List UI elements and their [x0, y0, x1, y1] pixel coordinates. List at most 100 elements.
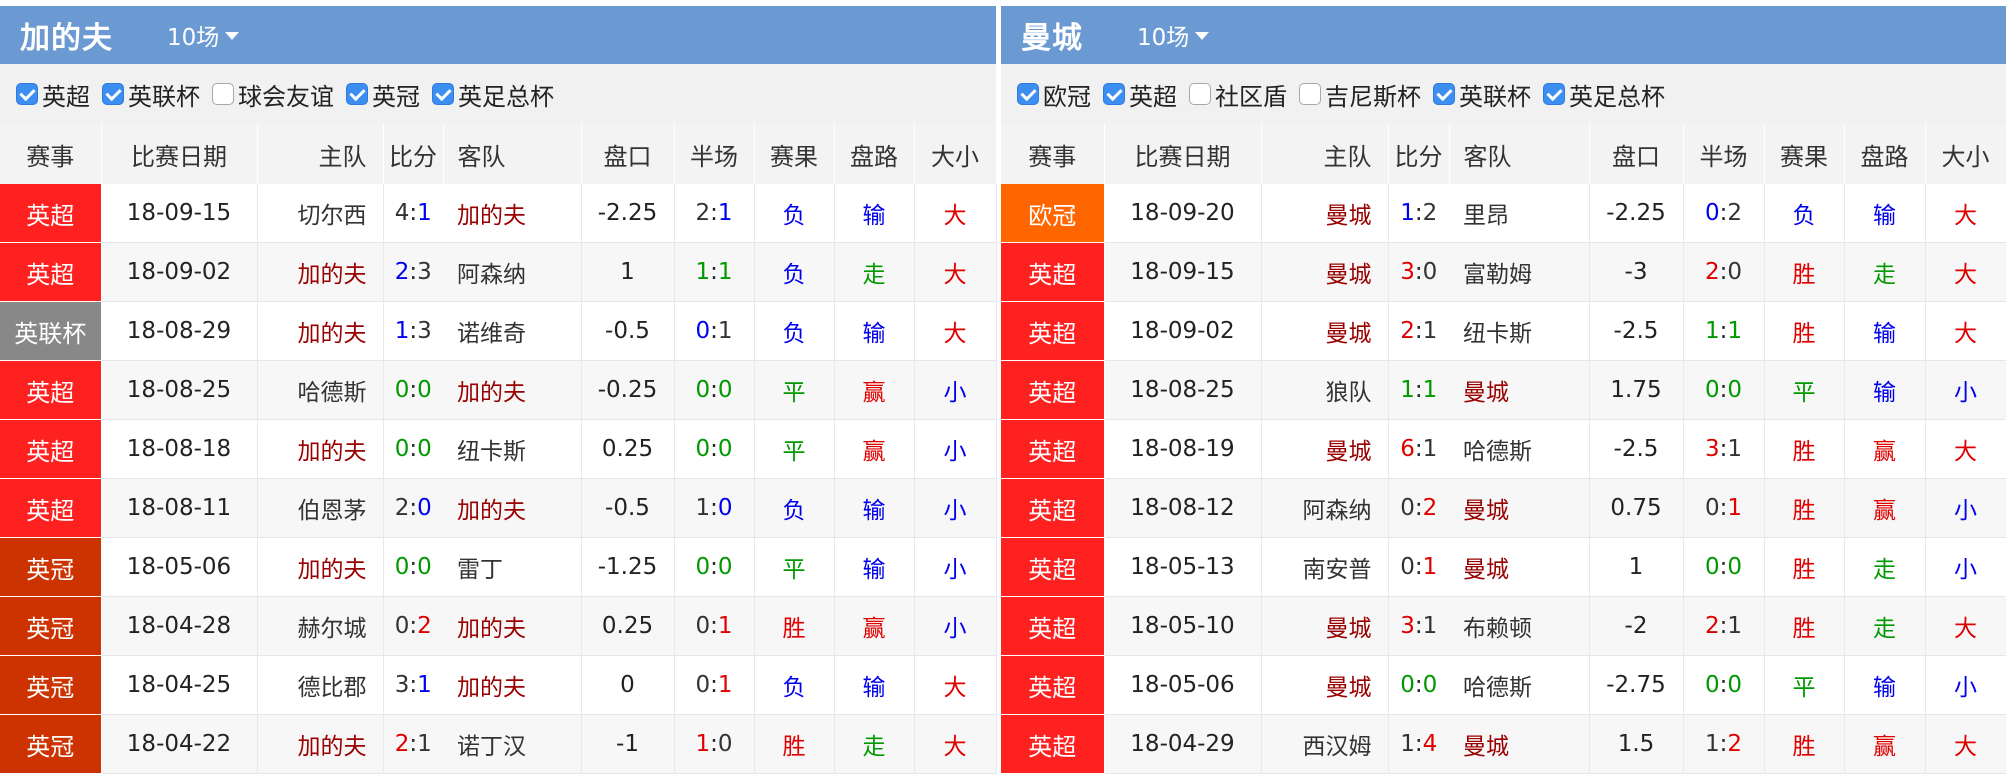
filter-0[interactable]: 英超 [16, 77, 90, 112]
filter-1[interactable]: 英联杯 [102, 77, 200, 112]
away-team[interactable]: 诺丁汉 [443, 714, 582, 774]
league-badge[interactable]: 英超 [1001, 655, 1105, 715]
home-team[interactable]: 阿森纳 [1261, 478, 1389, 538]
league-badge[interactable]: 英超 [1001, 301, 1105, 361]
matches-table: 赛事 比赛日期 主队 比分 客队 盘口 半场 赛果 盘路 大小 欧冠 18-09-20 曼城 1:2 里昂… [1001, 124, 2006, 774]
home-team[interactable]: 伯恩茅 [257, 478, 384, 538]
league-badge[interactable]: 欧冠 [1001, 184, 1105, 243]
checkbox-checked-icon[interactable] [432, 83, 454, 105]
handicap: -2.25 [1589, 184, 1684, 243]
away-team[interactable]: 布赖顿 [1449, 596, 1590, 656]
filter-1[interactable]: 英超 [1103, 77, 1177, 112]
home-team[interactable]: 加的夫 [257, 242, 384, 302]
checkbox-checked-icon[interactable] [1103, 83, 1125, 105]
score-home: 0 [1400, 672, 1415, 698]
home-team[interactable]: 曼城 [1261, 242, 1389, 302]
score-home: 0 [394, 436, 410, 462]
filter-0[interactable]: 欧冠 [1017, 77, 1091, 112]
league-badge[interactable]: 英联杯 [0, 301, 102, 361]
league-badge[interactable]: 英超 [0, 360, 102, 420]
league-badge[interactable]: 英超 [0, 419, 102, 479]
away-team[interactable]: 纽卡斯 [1449, 301, 1590, 361]
score: 3:0 [1388, 242, 1449, 302]
table-row: 英超 18-09-15 曼城 3:0 富勒姆 -3 2:0 胜走大 [1001, 242, 2006, 302]
home-team[interactable]: 加的夫 [257, 301, 384, 361]
score-separator: : [1414, 554, 1423, 580]
away-team[interactable]: 曼城 [1449, 360, 1590, 420]
checkbox-checked-icon[interactable] [1433, 83, 1455, 105]
away-team[interactable]: 纽卡斯 [443, 419, 582, 479]
league-badge[interactable]: 英超 [0, 478, 102, 538]
home-team[interactable]: 哈德斯 [257, 360, 384, 420]
match-count-dropdown[interactable]: 10场 [1137, 18, 1210, 52]
league-badge[interactable]: 英超 [1001, 419, 1105, 479]
match-result: 平 [754, 419, 835, 479]
away-team[interactable]: 加的夫 [443, 478, 582, 538]
league-badge[interactable]: 英冠 [0, 537, 102, 597]
home-team[interactable]: 曼城 [1261, 301, 1389, 361]
match-count-dropdown[interactable]: 10场 [167, 18, 240, 52]
league-badge[interactable]: 英冠 [0, 596, 102, 656]
column-header: 比赛日期 [1104, 124, 1262, 184]
league-badge[interactable]: 英冠 [0, 655, 102, 715]
home-team[interactable]: 曼城 [1261, 655, 1389, 715]
home-team[interactable]: 赫尔城 [257, 596, 384, 656]
filter-3[interactable]: 英冠 [346, 77, 420, 112]
match-date: 18-09-20 [1104, 184, 1262, 243]
checkbox-unchecked-icon[interactable] [1189, 83, 1211, 105]
away-team[interactable]: 曼城 [1449, 714, 1590, 774]
handicap: 1 [1589, 537, 1684, 597]
filter-3[interactable]: 吉尼斯杯 [1299, 77, 1421, 112]
home-team[interactable]: 西汉姆 [1261, 714, 1389, 774]
league-badge[interactable]: 英超 [1001, 714, 1105, 774]
away-team[interactable]: 里昂 [1449, 184, 1590, 243]
checkbox-checked-icon[interactable] [346, 83, 368, 105]
home-team[interactable]: 加的夫 [257, 537, 384, 597]
league-badge[interactable]: 英超 [1001, 360, 1105, 420]
checkbox-checked-icon[interactable] [1543, 83, 1565, 105]
filter-2[interactable]: 社区盾 [1189, 77, 1287, 112]
checkbox-unchecked-icon[interactable] [1299, 83, 1321, 105]
home-team[interactable]: 德比郡 [257, 655, 384, 715]
filter-4[interactable]: 英足总杯 [432, 77, 554, 112]
home-team[interactable]: 加的夫 [257, 714, 384, 774]
home-team[interactable]: 狼队 [1261, 360, 1389, 420]
checkbox-checked-icon[interactable] [102, 83, 124, 105]
home-team[interactable]: 切尔西 [257, 184, 384, 243]
checkbox-unchecked-icon[interactable] [212, 83, 234, 105]
away-team[interactable]: 阿森纳 [443, 242, 582, 302]
home-team[interactable]: 曼城 [1261, 184, 1389, 243]
checkbox-checked-icon[interactable] [16, 83, 38, 105]
league-badge[interactable]: 英冠 [0, 714, 102, 774]
score-away: 3 [417, 318, 432, 344]
away-team[interactable]: 加的夫 [443, 360, 582, 420]
away-team[interactable]: 曼城 [1449, 537, 1590, 597]
league-badge[interactable]: 英超 [1001, 242, 1105, 302]
away-team[interactable]: 哈德斯 [1449, 655, 1590, 715]
away-team[interactable]: 雷丁 [443, 537, 582, 597]
filter-2[interactable]: 球会友谊 [212, 77, 334, 112]
league-badge[interactable]: 英超 [1001, 537, 1105, 597]
filter-5[interactable]: 英足总杯 [1543, 77, 1665, 112]
away-team[interactable]: 加的夫 [443, 184, 582, 243]
away-team[interactable]: 加的夫 [443, 655, 582, 715]
league-badge[interactable]: 英超 [0, 242, 102, 302]
handicap-result: 输 [1844, 301, 1926, 361]
away-team[interactable]: 加的夫 [443, 596, 582, 656]
away-team[interactable]: 哈德斯 [1449, 419, 1590, 479]
filter-4[interactable]: 英联杯 [1433, 77, 1531, 112]
away-team[interactable]: 富勒姆 [1449, 242, 1590, 302]
filter-label: 英足总杯 [1569, 82, 1665, 111]
league-badge[interactable]: 英超 [0, 184, 102, 243]
score-separator: : [1414, 613, 1423, 639]
over-under: 小 [914, 537, 997, 597]
home-team[interactable]: 曼城 [1261, 596, 1389, 656]
league-badge[interactable]: 英超 [1001, 478, 1105, 538]
home-team[interactable]: 曼城 [1261, 419, 1389, 479]
league-badge[interactable]: 英超 [1001, 596, 1105, 656]
away-team[interactable]: 曼城 [1449, 478, 1590, 538]
away-team[interactable]: 诺维奇 [443, 301, 582, 361]
home-team[interactable]: 加的夫 [257, 419, 384, 479]
checkbox-checked-icon[interactable] [1017, 83, 1039, 105]
home-team[interactable]: 南安普 [1261, 537, 1389, 597]
